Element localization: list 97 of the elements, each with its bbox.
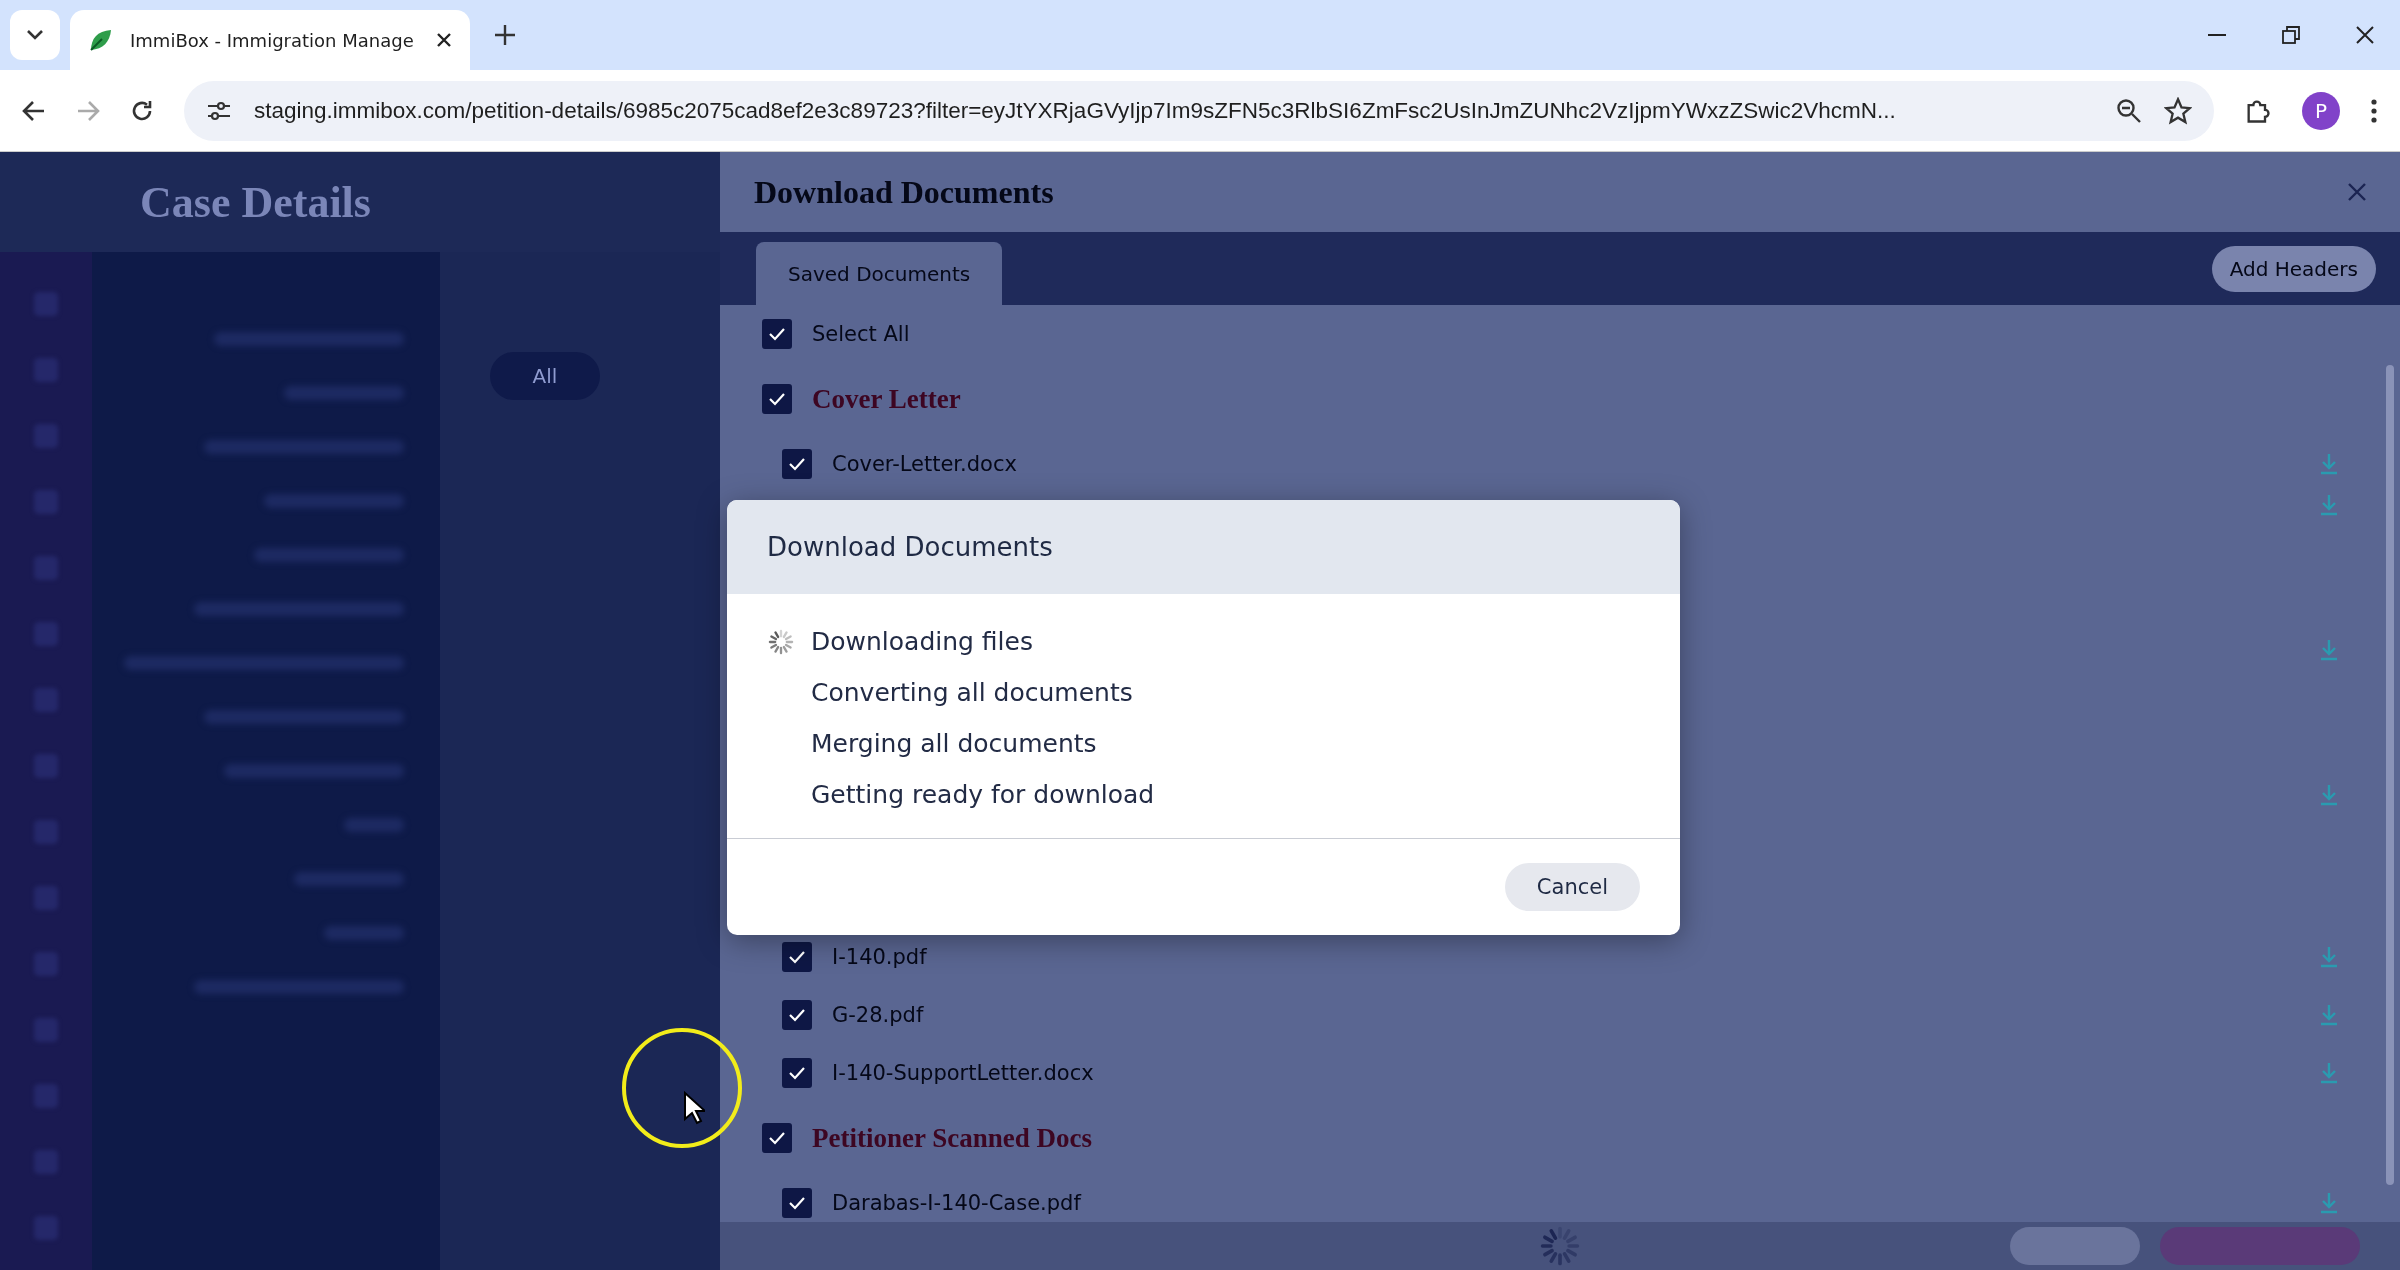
blurred-menu-item[interactable] <box>254 548 404 562</box>
nav-icon[interactable] <box>34 358 58 382</box>
checkbox[interactable] <box>782 1000 812 1030</box>
minimize-icon[interactable] <box>2208 33 2226 37</box>
section-title: Cover Letter <box>812 383 961 415</box>
restore-icon[interactable] <box>2282 26 2300 44</box>
download-icon[interactable] <box>2318 1191 2340 1215</box>
more-menu-icon[interactable] <box>2370 97 2378 124</box>
nav-icon[interactable] <box>34 952 58 976</box>
nav-icon[interactable] <box>34 1084 58 1108</box>
nav-icon[interactable] <box>34 490 58 514</box>
checkbox[interactable] <box>782 449 812 479</box>
close-icon[interactable] <box>2356 26 2374 44</box>
file-name: G-28.pdf <box>832 1003 924 1027</box>
nav-icon[interactable] <box>34 820 58 844</box>
blurred-menu-item[interactable] <box>284 386 404 400</box>
address-bar[interactable]: staging.immibox.com/petition-details/6985c2075cad8ef2e3c89723?filter=eyJtYXRjaGVyIjp7Im9sZFN5c3RlbSI6ZmFsc2UsInJmZUNhc2VzIjpmYWxzZSwic2VhcmN... <box>184 80 2214 141</box>
download-icon[interactable] <box>2318 638 2340 662</box>
cursor-icon <box>683 1091 705 1125</box>
loading-spinner-icon <box>1538 1224 1582 1268</box>
star-icon[interactable] <box>2164 96 2192 125</box>
download-icon[interactable] <box>2318 1003 2340 1027</box>
checkmark-icon <box>788 950 806 964</box>
checkmark-icon <box>788 1196 806 1210</box>
blurred-menu-item[interactable] <box>224 764 404 778</box>
nav-icon[interactable] <box>34 1216 58 1240</box>
nav-icon[interactable] <box>34 424 58 448</box>
footer-button[interactable] <box>2010 1227 2140 1265</box>
tab[interactable]: Saved Documents <box>756 242 1003 305</box>
checkbox[interactable] <box>762 1123 792 1153</box>
drawer-title: Download Documents <box>754 173 1055 211</box>
step-label: Downloading files <box>811 627 1033 656</box>
dialog-title: Download Documents <box>767 532 1053 562</box>
profile-avatar[interactable]: P <box>2302 91 2340 130</box>
back-arrow-icon[interactable] <box>22 99 46 122</box>
nav-icon[interactable] <box>34 1018 58 1042</box>
add-headers-button[interactable]: Add Headers <box>2211 245 2376 292</box>
plus-icon[interactable] <box>494 24 516 46</box>
url-text: staging.immibox.com/petition-details/6985c2075cad8ef2e3c89723?filter=eyJtYXRjaGVyIjp7Im9sZFN5c3RlbSI6ZmFsc2UsInJmZUNhc2VzIjpmYWxzZSwic2VhcmN... <box>254 97 1897 124</box>
download-icon[interactable] <box>2318 452 2340 476</box>
checkmark-icon <box>788 1008 806 1022</box>
step-label: Getting ready for download <box>811 780 1155 809</box>
site-settings-icon[interactable] <box>206 99 232 122</box>
loading-spinner-icon <box>767 627 795 656</box>
download-icon[interactable] <box>2318 1061 2340 1085</box>
checkmark-icon <box>788 457 806 471</box>
checkmark-icon <box>768 1131 786 1145</box>
filter-chip[interactable]: All <box>490 352 600 400</box>
file-name: I-140-SupportLetter.docx <box>832 1061 1094 1085</box>
nav-icon[interactable] <box>34 886 58 910</box>
scrollbar[interactable] <box>2386 365 2394 1185</box>
blurred-menu-item[interactable] <box>344 818 404 832</box>
select-all-label: Select All <box>812 322 910 346</box>
blurred-menu-item[interactable] <box>204 710 404 724</box>
blurred-menu-item[interactable] <box>264 494 404 508</box>
checkbox[interactable] <box>782 1058 812 1088</box>
nav-icon[interactable] <box>34 556 58 580</box>
checkbox[interactable] <box>762 319 792 349</box>
checkmark-icon <box>788 1066 806 1080</box>
leaf-logo-icon <box>88 27 114 53</box>
nav-icon[interactable] <box>34 1150 58 1174</box>
blurred-menu-item[interactable] <box>204 440 404 454</box>
chevron-down-icon <box>26 29 44 41</box>
download-icon[interactable] <box>2318 783 2340 807</box>
blurred-menu-item[interactable] <box>294 872 404 886</box>
blurred-menu-item[interactable] <box>194 602 404 616</box>
checkmark-icon <box>768 392 786 406</box>
nav-icon[interactable] <box>34 292 58 316</box>
page-title: Case Details <box>140 176 371 228</box>
reload-icon[interactable] <box>130 98 154 123</box>
checkbox[interactable] <box>782 942 812 972</box>
nav-icon[interactable] <box>34 754 58 778</box>
tab-title: ImmiBox - Immigration Manage <box>130 29 415 51</box>
file-name: I-140.pdf <box>832 945 927 969</box>
zoom-icon[interactable] <box>2116 97 2142 124</box>
footer-button[interactable] <box>2160 1227 2360 1265</box>
step-label: Merging all documents <box>811 729 1097 758</box>
file-name: Cover-Letter.docx <box>832 452 1017 476</box>
section-title: Petitioner Scanned Docs <box>812 1122 1092 1154</box>
forward-arrow-icon[interactable] <box>76 99 100 122</box>
download-icon[interactable] <box>2318 945 2340 969</box>
blurred-menu-item[interactable] <box>124 656 404 670</box>
nav-icon[interactable] <box>34 622 58 646</box>
checkbox[interactable] <box>782 1188 812 1218</box>
blurred-menu-item[interactable] <box>194 980 404 994</box>
browser-tab[interactable]: ImmiBox - Immigration Manage <box>70 10 470 70</box>
checkmark-icon <box>768 327 786 341</box>
close-icon[interactable] <box>436 32 452 48</box>
file-name: Darabas-I-140-Case.pdf <box>832 1191 1081 1215</box>
nav-icon[interactable] <box>34 688 58 712</box>
download-icon[interactable] <box>2318 493 2340 517</box>
checkbox[interactable] <box>762 384 792 414</box>
blurred-menu-item[interactable] <box>324 926 404 940</box>
cancel-button[interactable]: Cancel <box>1504 863 1640 911</box>
step-label: Converting all documents <box>811 678 1133 707</box>
tab-search-button[interactable] <box>10 10 60 60</box>
blurred-menu-item[interactable] <box>214 332 404 346</box>
